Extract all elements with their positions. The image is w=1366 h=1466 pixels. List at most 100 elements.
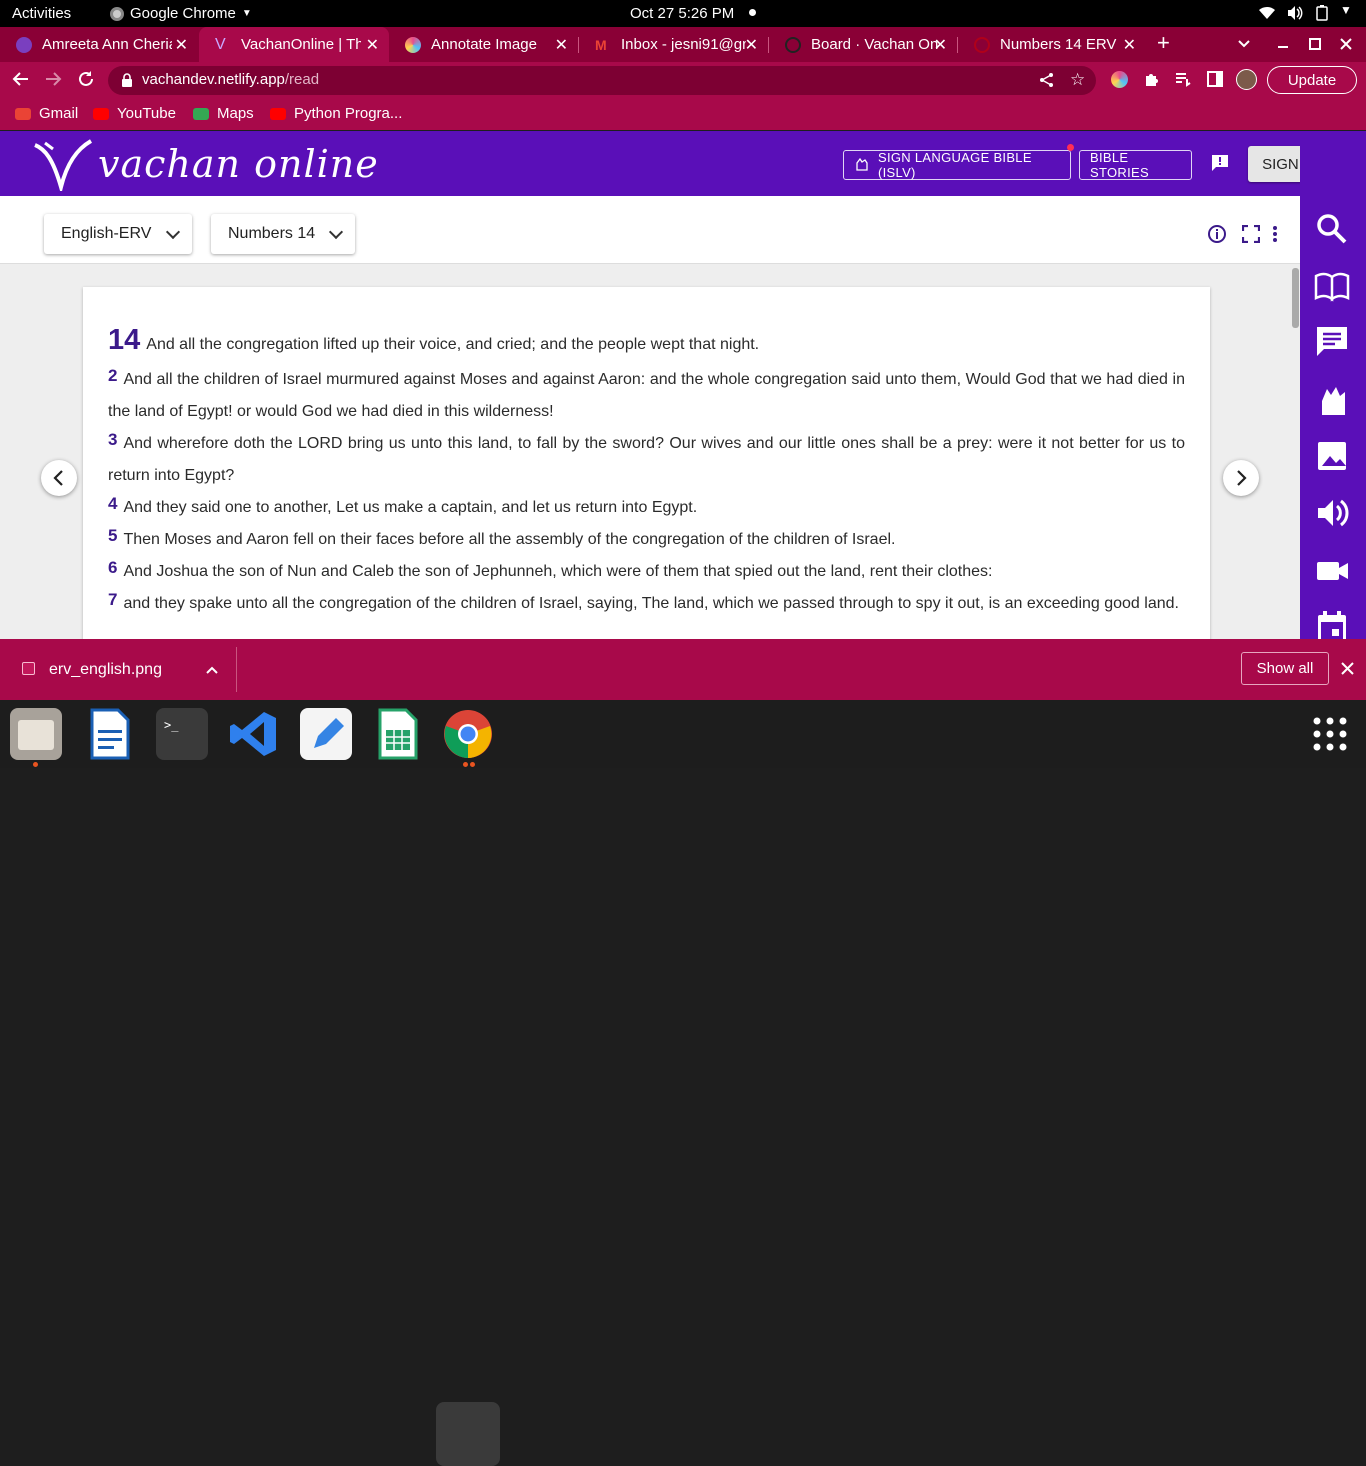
battery-icon[interactable]: [1316, 5, 1328, 25]
chevron-down-icon: ▼: [241, 8, 252, 19]
close-icon[interactable]: ✕: [1123, 35, 1136, 55]
close-icon[interactable]: ✕: [555, 35, 568, 55]
bookmark-maps[interactable]: Maps: [193, 105, 254, 122]
verse-number: 6: [108, 558, 118, 577]
media-queue-icon[interactable]: [1174, 70, 1192, 93]
book-chapter-select[interactable]: Numbers 14: [211, 214, 355, 254]
activities-button[interactable]: Activities: [12, 5, 71, 22]
verse-text[interactable]: And Joshua the son of Nun and Caleb the …: [123, 563, 992, 580]
chrome-icon[interactable]: [442, 708, 494, 760]
url-host: vachandev.netlify.app: [142, 71, 285, 88]
search-icon[interactable]: [1314, 211, 1350, 247]
bookmarks-bar: Gmail YouTube Maps Python Progra...: [0, 98, 1366, 130]
commentary-icon[interactable]: [1314, 324, 1350, 360]
sign-language-bible-button[interactable]: SIGN LANGUAGE BIBLE (ISLV): [843, 150, 1071, 180]
youtube-icon: [270, 107, 286, 120]
more-vertical-icon[interactable]: [1271, 225, 1279, 248]
minimize-icon[interactable]: [1276, 35, 1290, 55]
profile-avatar[interactable]: [1236, 69, 1257, 90]
lock-icon[interactable]: [121, 73, 133, 91]
notes-icon[interactable]: [300, 708, 352, 760]
files-icon[interactable]: [10, 708, 62, 760]
vscode-icon[interactable]: [228, 708, 280, 760]
running-indicator: [470, 762, 475, 767]
window-close-icon[interactable]: [1339, 35, 1353, 55]
wifi-icon[interactable]: [1258, 5, 1276, 25]
tab-gmail-inbox[interactable]: M Inbox - jesni91@gmail ✕: [579, 27, 768, 62]
verse-text[interactable]: And all the children of Israel murmured …: [108, 371, 1185, 420]
close-icon[interactable]: ✕: [934, 35, 947, 55]
close-icon[interactable]: ✕: [175, 35, 188, 55]
verse-text[interactable]: Then Moses and Aaron fell on their faces…: [123, 531, 895, 548]
next-chapter-button[interactable]: [1223, 460, 1259, 496]
scripture-page: 14 And all the congregation lifted up the…: [83, 287, 1210, 639]
tab-search-chevron-icon[interactable]: [1237, 35, 1251, 55]
verse-text[interactable]: And wherefore doth the LORD bring us unt…: [108, 435, 1185, 484]
scrollbar-thumb[interactable]: [1292, 268, 1299, 328]
close-icon[interactable]: ✕: [366, 35, 379, 55]
tab-numbers-14[interactable]: Numbers 14 ERV - ✕: [958, 27, 1146, 62]
previous-chapter-button[interactable]: [41, 460, 77, 496]
sign-language-icon[interactable]: [1314, 381, 1350, 417]
spreadsheet-icon[interactable]: [372, 708, 424, 760]
update-button[interactable]: Update: [1267, 66, 1357, 94]
info-icon[interactable]: [1207, 224, 1227, 249]
image-icon[interactable]: [1314, 438, 1350, 474]
share-icon[interactable]: [1039, 72, 1055, 92]
reload-icon[interactable]: [77, 70, 95, 92]
side-panel-icon[interactable]: [1206, 70, 1224, 93]
bookmark-youtube[interactable]: YouTube: [93, 105, 176, 122]
url-path: /read: [284, 71, 320, 88]
verse: 3 And wherefore doth the LORD bring us un…: [108, 424, 1185, 492]
new-tab-plus-icon[interactable]: +: [1157, 32, 1170, 54]
divider: [236, 647, 237, 692]
chevron-down-icon: [328, 224, 344, 240]
running-indicator: [463, 762, 468, 767]
restore-icon[interactable]: [1308, 35, 1322, 55]
app-menu[interactable]: Google Chrome ▼: [110, 5, 252, 22]
fullscreen-icon[interactable]: [1241, 224, 1261, 248]
close-downloads-icon[interactable]: [1341, 662, 1354, 680]
bible-book-icon[interactable]: [1314, 268, 1350, 304]
back-arrow-icon[interactable]: [12, 70, 30, 92]
chevron-down-icon: [165, 224, 181, 240]
site-logo-text[interactable]: vachan online: [98, 142, 379, 186]
forward-arrow-icon[interactable]: [44, 70, 62, 92]
verse-number: 2: [108, 366, 118, 385]
extensions-puzzle-icon[interactable]: [1143, 70, 1161, 93]
bookmark-star-icon[interactable]: ☆: [1070, 70, 1085, 90]
verse-number: 4: [108, 494, 118, 513]
bookmark-python[interactable]: Python Progra...: [270, 105, 402, 122]
tab-board[interactable]: Board · Vachan Online ✕: [769, 27, 957, 62]
chevron-up-icon[interactable]: [205, 663, 219, 681]
bookmark-gmail[interactable]: Gmail: [15, 105, 78, 122]
page-scrollbar[interactable]: [1291, 264, 1300, 639]
vachan-logo-icon[interactable]: [33, 139, 93, 196]
system-menu-chevron-icon[interactable]: ▼: [1340, 3, 1352, 17]
video-camera-icon[interactable]: [1314, 552, 1350, 588]
terminal-icon[interactable]: >_: [156, 708, 208, 760]
bible-stories-button[interactable]: BIBLE STORIES: [1079, 150, 1192, 180]
download-filename[interactable]: erv_english.png: [49, 661, 162, 679]
verse-text[interactable]: And all the congregation lifted up their…: [146, 336, 759, 353]
show-applications-grid-icon[interactable]: [1313, 717, 1347, 756]
volume-icon[interactable]: [1286, 5, 1304, 25]
annotate-extension-icon[interactable]: [1111, 71, 1128, 88]
tab-favicon-icon: [16, 36, 32, 53]
verse-text[interactable]: and they spake unto all the congregation…: [123, 595, 1179, 612]
close-icon[interactable]: ✕: [745, 35, 758, 55]
text-editor-icon[interactable]: [84, 708, 136, 760]
tab-vachanonline[interactable]: V VachanOnline | The ✕: [199, 27, 389, 62]
running-indicator: [33, 762, 38, 767]
feedback-icon[interactable]: [1210, 153, 1230, 178]
verse-text[interactable]: And they said one to another, Let us mak…: [123, 499, 697, 516]
tab-annotate-image[interactable]: Annotate Image ✕: [389, 27, 578, 62]
address-bar[interactable]: vachandev.netlify.app/read ☆: [108, 66, 1096, 95]
verse: 14 And all the congregation lifted up the…: [108, 324, 1185, 361]
clock[interactable]: Oct 27 5:26 PM: [630, 5, 734, 22]
tab-title: Annotate Image: [431, 36, 537, 53]
show-all-button[interactable]: Show all: [1241, 652, 1329, 685]
version-select[interactable]: English-ERV: [44, 214, 192, 254]
tab-amreeta[interactable]: Amreeta Ann Cherian ✕: [0, 27, 198, 62]
audio-speaker-icon[interactable]: [1314, 495, 1350, 531]
